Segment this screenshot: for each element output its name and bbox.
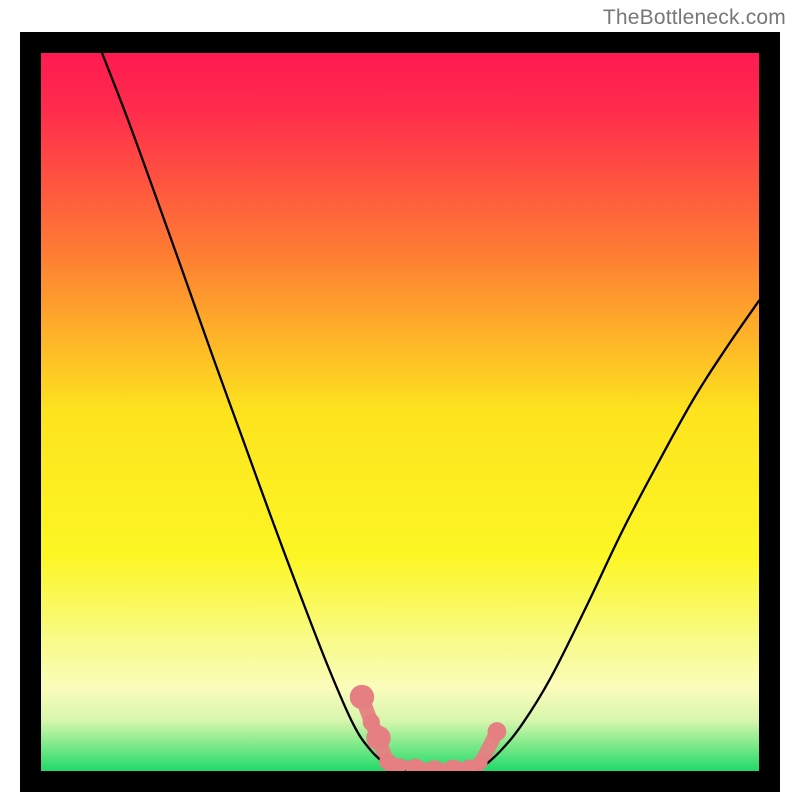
data-marker (473, 755, 487, 769)
chart-svg (41, 53, 759, 771)
attribution-text: TheBottleneck.com (603, 6, 786, 30)
data-marker (366, 726, 390, 750)
background-gradient (41, 53, 759, 771)
chart-frame (20, 32, 780, 792)
data-marker (488, 722, 507, 741)
plot-area (41, 53, 759, 771)
data-marker (350, 685, 374, 709)
chart-root: TheBottleneck.com (0, 0, 800, 800)
